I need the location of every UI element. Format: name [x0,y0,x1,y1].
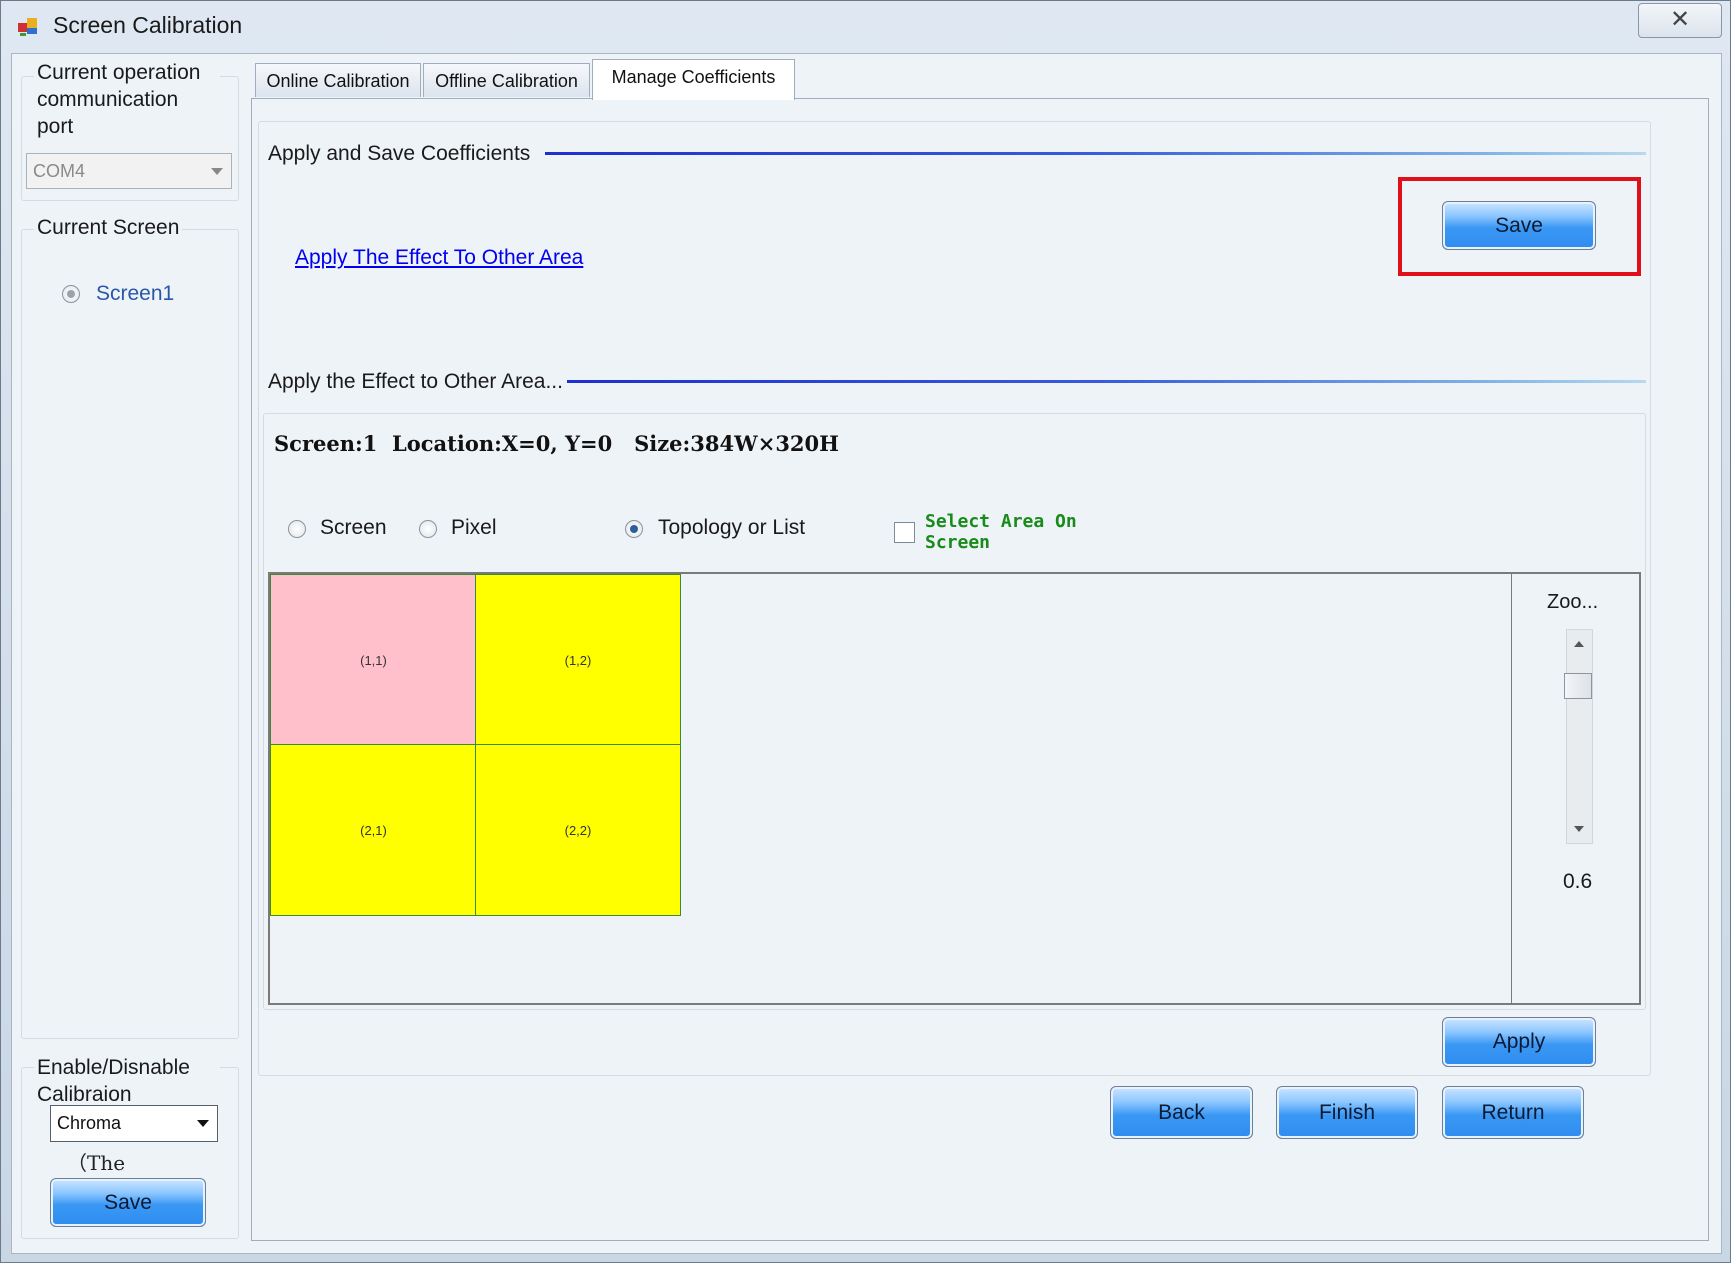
pixel-option-radio[interactable] [419,520,437,538]
screen-calibration-window: Screen Calibration ✕ Current operation c… [0,0,1731,1263]
apply-save-section-title: Apply and Save Coefficients [268,142,531,165]
topology-option-radio[interactable] [625,520,643,538]
screen-option-label: Screen [320,516,387,539]
comm-port-group-label: Current operation communication port [34,59,220,140]
close-button[interactable]: ✕ [1638,3,1722,38]
pixel-option-label: Pixel [451,516,497,539]
zoom-up-arrow-icon[interactable] [1574,641,1584,647]
zoom-down-arrow-icon[interactable] [1574,826,1584,832]
apply-effect-link[interactable]: Apply The Effect To Other Area [295,246,583,270]
note-text: （The [67,1151,126,1175]
apply-other-divider [567,380,1646,383]
cell-2-1[interactable]: (2,1) [270,744,477,916]
zoom-slider-track[interactable] [1566,629,1593,844]
screen-option-radio[interactable] [288,520,306,538]
finish-button[interactable]: Finish [1276,1086,1418,1139]
select-area-label-line1: Select Area On [925,511,1077,532]
calibration-mode-select[interactable]: Chroma [50,1105,218,1142]
title-bar: Screen Calibration ✕ [1,1,1730,51]
chevron-down-icon [211,168,223,175]
return-button[interactable]: Return [1442,1086,1584,1139]
apply-other-section-title: Apply the Effect to Other Area... [268,370,563,393]
tab-online-calibration[interactable]: Online Calibration [255,63,421,97]
save-coefficients-button[interactable]: Save [1442,201,1596,250]
chevron-down-icon [197,1120,209,1127]
screen1-radio[interactable] [62,285,80,303]
zoom-value: 0.6 [1563,870,1593,893]
app-icon [18,18,37,36]
apply-button[interactable]: Apply [1442,1017,1596,1067]
com-port-select[interactable]: COM4 [26,153,232,189]
window-title: Screen Calibration [53,12,243,38]
cell-2-2[interactable]: (2,2) [475,744,681,916]
topology-option-label: Topology or List [658,516,806,539]
calibration-mode-value: Chroma [57,1113,122,1133]
com-port-value: COM4 [33,161,86,181]
current-screen-group-label: Current Screen [34,214,183,241]
back-button[interactable]: Back [1110,1086,1253,1139]
select-area-label-line2: Screen [925,532,991,553]
enable-calibration-group-label: Enable/Disnable Calibraion [34,1054,220,1108]
select-area-label: Select Area On Screen [925,511,1077,553]
screen1-label: Screen1 [96,282,175,305]
left-save-button[interactable]: Save [50,1178,206,1227]
apply-save-divider [545,152,1646,155]
zoom-label: Zoo... [1547,591,1599,613]
cell-1-2[interactable]: (1,2) [475,574,681,746]
select-area-checkbox[interactable] [894,522,915,543]
zoom-slider-thumb[interactable] [1564,673,1592,699]
screen-info-text: Screen:1 Location:X=0, Y=0 Size:384W×320… [274,431,839,456]
current-screen-group [21,229,239,1039]
tab-manage-coefficients[interactable]: Manage Coefficients [592,59,795,100]
cell-1-1[interactable]: (1,1) [270,574,477,746]
tab-offline-calibration[interactable]: Offline Calibration [423,63,590,97]
